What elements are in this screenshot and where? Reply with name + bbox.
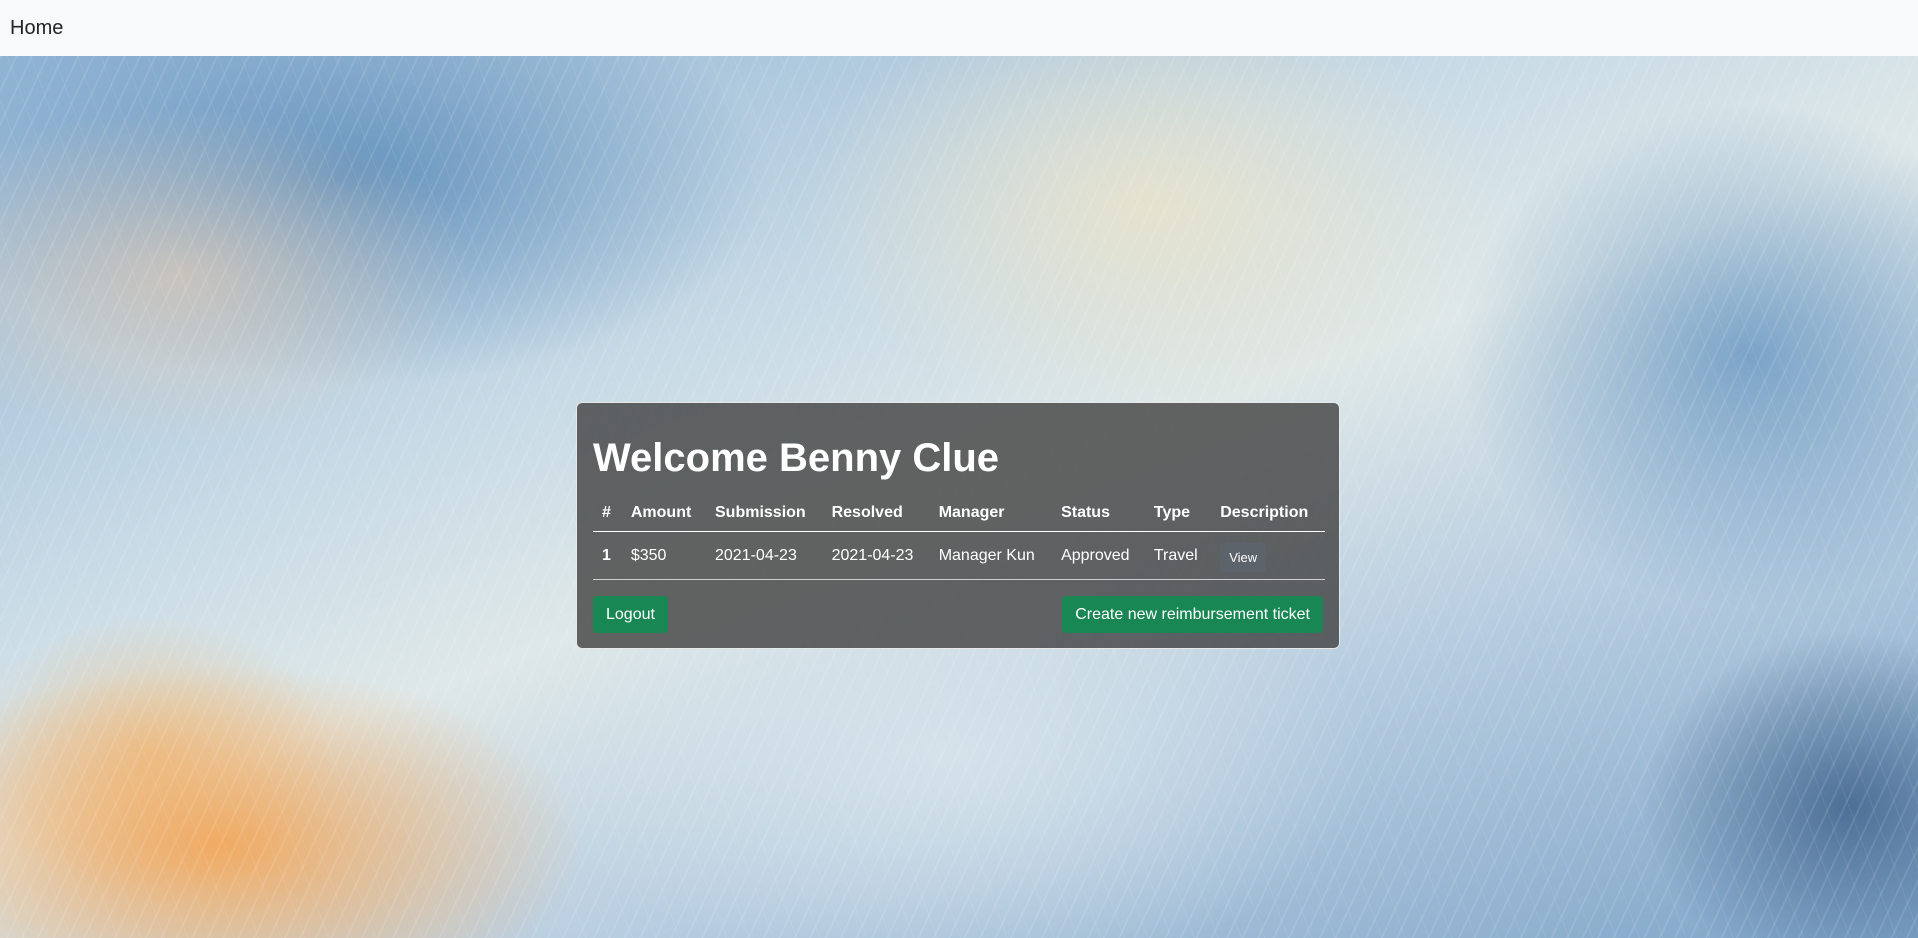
reimbursement-table: # Amount Submission Resolved Manager Sta… (593, 495, 1325, 580)
column-header-amount: Amount (621, 495, 706, 532)
table-row: 1 $350 2021-04-23 2021-04-23 Manager Kun… (593, 531, 1325, 580)
cell-manager: Manager Kun (929, 531, 1053, 580)
cell-resolved: 2021-04-23 (822, 531, 930, 580)
navbar: Home (0, 0, 1918, 56)
nav-home-link[interactable]: Home (10, 17, 63, 40)
column-header-status: Status (1052, 495, 1145, 532)
logout-button[interactable]: Logout (593, 596, 668, 633)
column-header-number: # (593, 495, 622, 532)
column-header-submission: Submission (706, 495, 823, 532)
page-title: Welcome Benny Clue (593, 436, 1000, 480)
table-header: # Amount Submission Resolved Manager Sta… (593, 495, 1325, 532)
cell-amount: $350 (621, 531, 706, 580)
cell-description: View (1211, 531, 1325, 580)
cell-status: Approved (1052, 531, 1145, 580)
view-description-button[interactable]: View (1220, 543, 1267, 572)
table-header-row: # Amount Submission Resolved Manager Sta… (593, 495, 1325, 532)
create-ticket-button[interactable]: Create new reimbursement ticket (1062, 596, 1323, 633)
background-image: Welcome Benny Clue # Amount Submission R… (0, 56, 1918, 938)
column-header-type: Type (1144, 495, 1212, 532)
cell-type: Travel (1144, 531, 1212, 580)
cell-number: 1 (593, 531, 622, 580)
column-header-resolved: Resolved (822, 495, 930, 532)
welcome-panel: Welcome Benny Clue # Amount Submission R… (576, 402, 1340, 649)
table-body: 1 $350 2021-04-23 2021-04-23 Manager Kun… (593, 531, 1325, 580)
column-header-description: Description (1211, 495, 1325, 532)
column-header-manager: Manager (929, 495, 1053, 532)
cell-submission: 2021-04-23 (706, 531, 823, 580)
